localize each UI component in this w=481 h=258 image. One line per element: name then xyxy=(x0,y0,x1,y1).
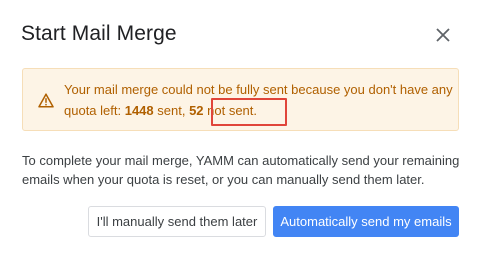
sent-suffix: sent, xyxy=(153,103,190,118)
quota-warning-banner: Your mail merge could not be fully sent … xyxy=(22,68,459,131)
dialog-description: To complete your mail merge, YAMM can au… xyxy=(22,153,460,187)
dialog-title: Start Mail Merge xyxy=(21,22,177,45)
close-button[interactable] xyxy=(432,24,454,46)
start-mail-merge-dialog: Start Mail Merge Your mail merge could n… xyxy=(0,0,481,258)
warning-triangle-icon xyxy=(38,93,54,108)
not-sent-count: 52 xyxy=(189,103,204,118)
not-sent-suffix: not sent. xyxy=(203,103,258,118)
sent-count: 1448 xyxy=(124,103,154,118)
auto-send-button[interactable]: Automatically send my emails xyxy=(273,206,459,237)
warning-message: Your mail merge could not be fully sent … xyxy=(64,79,454,121)
manual-send-later-button[interactable]: I'll manually send them later xyxy=(88,206,266,237)
warning-text-prefix: Your mail merge could not be fully sent … xyxy=(64,82,453,118)
close-icon xyxy=(436,28,450,42)
